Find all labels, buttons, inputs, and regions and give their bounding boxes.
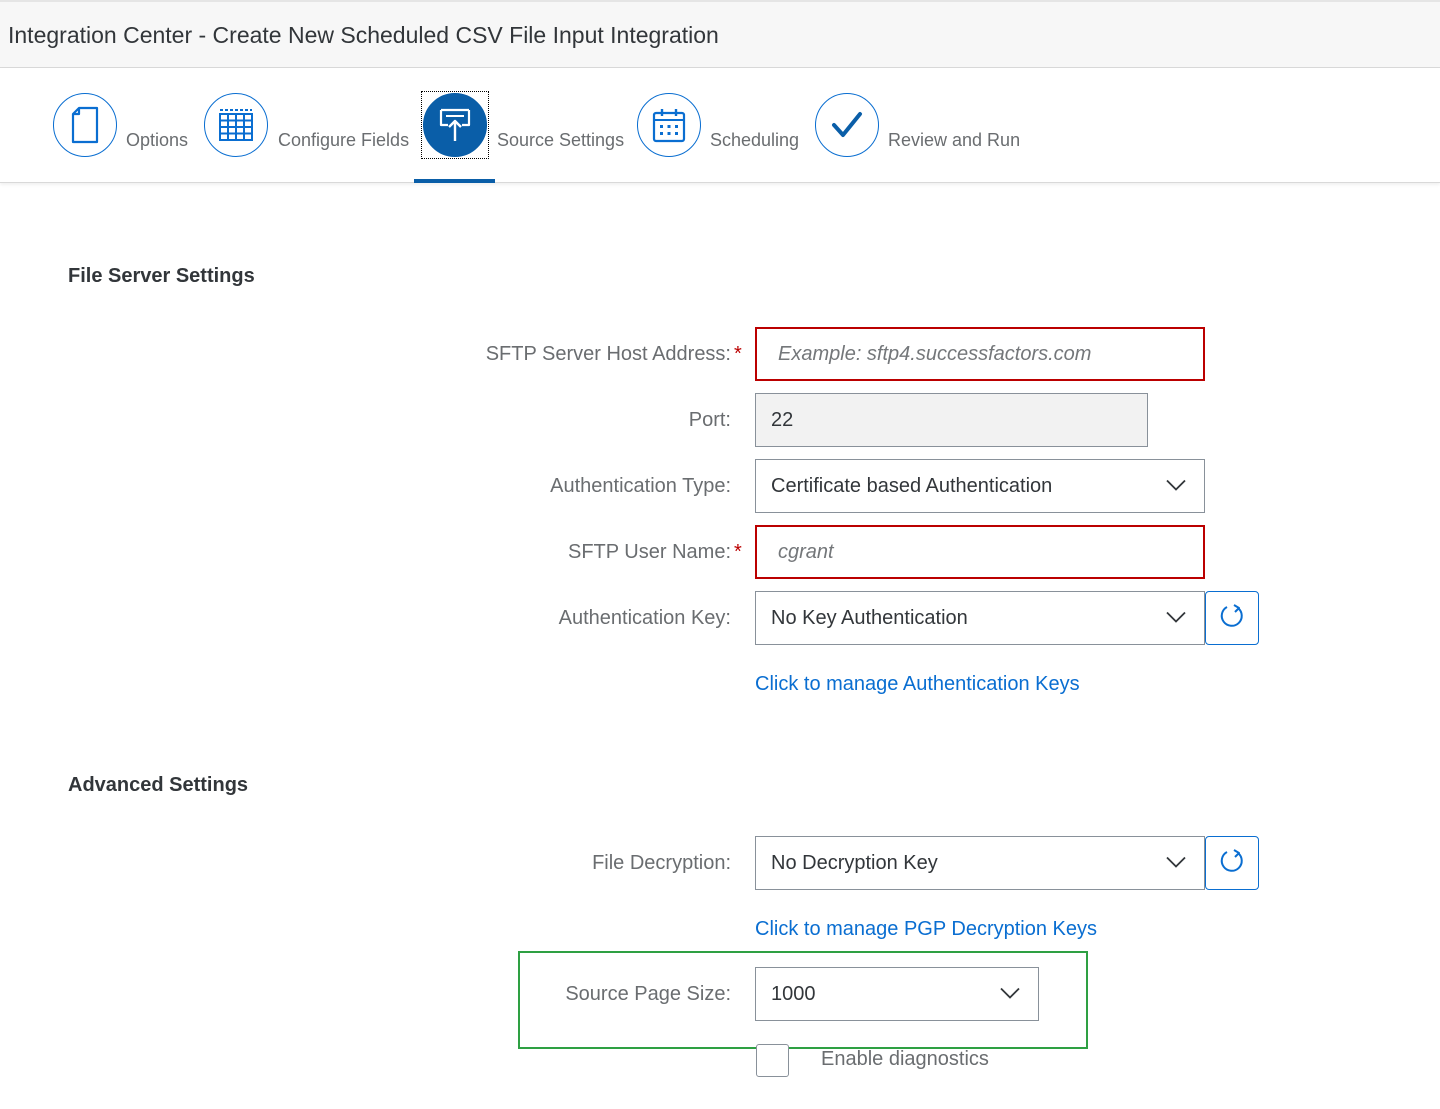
manage-pgp-keys-link[interactable]: Click to manage PGP Decryption Keys	[755, 918, 1097, 941]
auth-type-value: Certificate based Authentication	[771, 474, 1053, 497]
upload-icon[interactable]	[423, 93, 487, 157]
auth-type-select[interactable]: Certificate based Authentication	[755, 459, 1205, 513]
manage-auth-keys-link[interactable]: Click to manage Authentication Keys	[755, 673, 1080, 696]
auth-key-label: Authentication Key:	[558, 607, 731, 629]
wizard-step-label: Source Settings	[497, 130, 625, 150]
refresh-icon	[1219, 848, 1245, 879]
file-decryption-value: No Decryption Key	[771, 851, 938, 874]
file-decryption-label: File Decryption:	[592, 852, 731, 874]
active-step-indicator	[414, 179, 495, 183]
port-value: 22	[771, 408, 794, 431]
refresh-auth-keys-button[interactable]	[1205, 591, 1259, 645]
wizard-step-label: Review and Run	[888, 130, 1021, 150]
wizard-step-label: Configure Fields	[278, 130, 410, 150]
source-page-size-label: Source Page Size:	[565, 983, 731, 1005]
enable-diagnostics-checkbox[interactable]	[756, 1044, 789, 1077]
file-server-settings-heading: File Server Settings	[68, 265, 255, 287]
auth-type-label: Authentication Type:	[550, 475, 731, 497]
auth-key-select[interactable]: No Key Authentication	[755, 591, 1205, 645]
sftp-username-label: SFTP User Name:	[568, 541, 731, 563]
document-icon[interactable]	[53, 93, 117, 157]
required-marker: *	[734, 541, 742, 563]
sftp-host-placeholder: Example: sftp4.successfactors.com	[778, 342, 1092, 365]
wizard-progress: Options Configure Fields Source Settings…	[0, 68, 1440, 183]
chevron-down-icon[interactable]	[1166, 475, 1186, 498]
sftp-host-input[interactable]: Example: sftp4.successfactors.com	[755, 327, 1205, 381]
chevron-down-icon[interactable]	[1000, 983, 1020, 1006]
file-decryption-select[interactable]: No Decryption Key	[755, 836, 1205, 890]
wizard-step-label: Options	[126, 130, 189, 150]
refresh-icon	[1219, 603, 1245, 634]
title-bar: Integration Center - Create New Schedule…	[0, 0, 1440, 68]
checkmark-icon[interactable]	[815, 93, 879, 157]
chevron-down-icon[interactable]	[1166, 607, 1186, 630]
refresh-decryption-keys-button[interactable]	[1205, 836, 1259, 890]
wizard-step-label: Scheduling	[710, 130, 800, 150]
required-marker: *	[734, 343, 742, 365]
advanced-settings-heading: Advanced Settings	[68, 774, 249, 796]
sftp-username-input[interactable]: cgrant	[755, 525, 1205, 579]
chevron-down-icon[interactable]	[1166, 852, 1186, 875]
table-grid-icon[interactable]	[204, 93, 268, 157]
sftp-username-placeholder: cgrant	[778, 540, 834, 563]
port-label: Port:	[688, 409, 731, 431]
source-page-size-value: 1000	[771, 982, 816, 1005]
sftp-host-label: SFTP Server Host Address:	[485, 343, 731, 365]
calendar-icon[interactable]	[637, 93, 701, 157]
enable-diagnostics-label[interactable]: Enable diagnostics	[821, 1048, 989, 1071]
source-page-size-select[interactable]: 1000	[755, 967, 1039, 1021]
auth-key-value: No Key Authentication	[771, 606, 968, 629]
page-title: Integration Center - Create New Schedule…	[8, 22, 719, 48]
port-input[interactable]: 22	[755, 393, 1148, 447]
